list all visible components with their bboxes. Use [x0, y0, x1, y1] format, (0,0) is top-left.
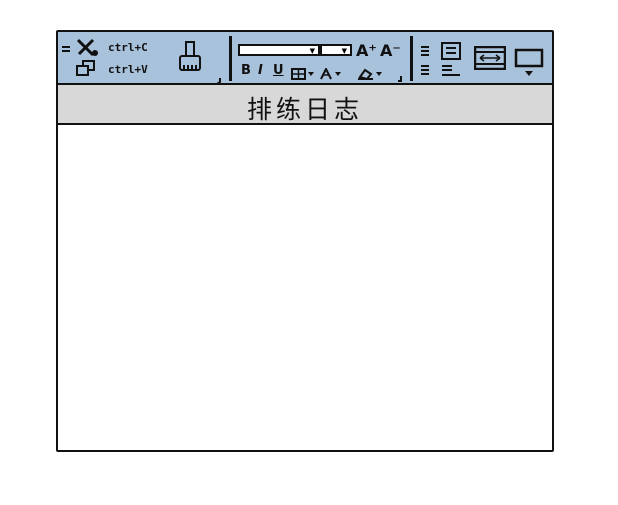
underline-button[interactable]: U — [273, 64, 284, 77]
app-window: ctrl+C ctrl+V ▼ ▼ A⁺ A⁻ B I U 排练日志 — [56, 30, 554, 452]
format-painter-icon[interactable] — [178, 41, 202, 75]
border-icon[interactable] — [291, 65, 317, 80]
font-size-dropdown[interactable]: ▼ — [320, 44, 352, 56]
paste-shortcut-label: ctrl+V — [108, 63, 148, 76]
bold-button[interactable]: B — [241, 64, 251, 77]
document-title-bar: 排练日志 — [58, 85, 552, 125]
grow-font-button[interactable]: A⁺ — [356, 43, 377, 59]
shrink-font-button[interactable]: A⁻ — [380, 43, 401, 59]
fit-width-icon[interactable] — [473, 45, 507, 71]
italic-button[interactable]: I — [258, 64, 263, 77]
document-content-area[interactable] — [58, 125, 552, 450]
ribbon-separator — [229, 36, 232, 81]
chevron-down-icon: ▼ — [309, 47, 315, 55]
ribbon-separator — [410, 36, 413, 81]
font-launcher-icon[interactable] — [397, 68, 403, 82]
font-color-icon[interactable] — [319, 65, 345, 80]
display-dropdown-icon[interactable] — [514, 48, 544, 78]
font-family-dropdown[interactable]: ▼ — [238, 44, 320, 56]
ribbon-toolbar: ctrl+C ctrl+V ▼ ▼ A⁺ A⁻ B I U — [58, 32, 552, 85]
copy-shortcut-label: ctrl+C — [108, 41, 148, 54]
cut-icon[interactable] — [75, 38, 99, 58]
highlight-color-icon[interactable] — [357, 65, 387, 81]
ribbon-collapse-icon[interactable] — [62, 37, 70, 52]
clipboard-launcher-icon[interactable] — [216, 70, 222, 85]
align-left-icon[interactable] — [420, 45, 430, 77]
paragraph-format-icon[interactable] — [440, 42, 462, 78]
document-title: 排练日志 — [246, 95, 363, 124]
chevron-down-icon: ▼ — [341, 47, 347, 55]
copy-icon[interactable] — [76, 60, 96, 77]
